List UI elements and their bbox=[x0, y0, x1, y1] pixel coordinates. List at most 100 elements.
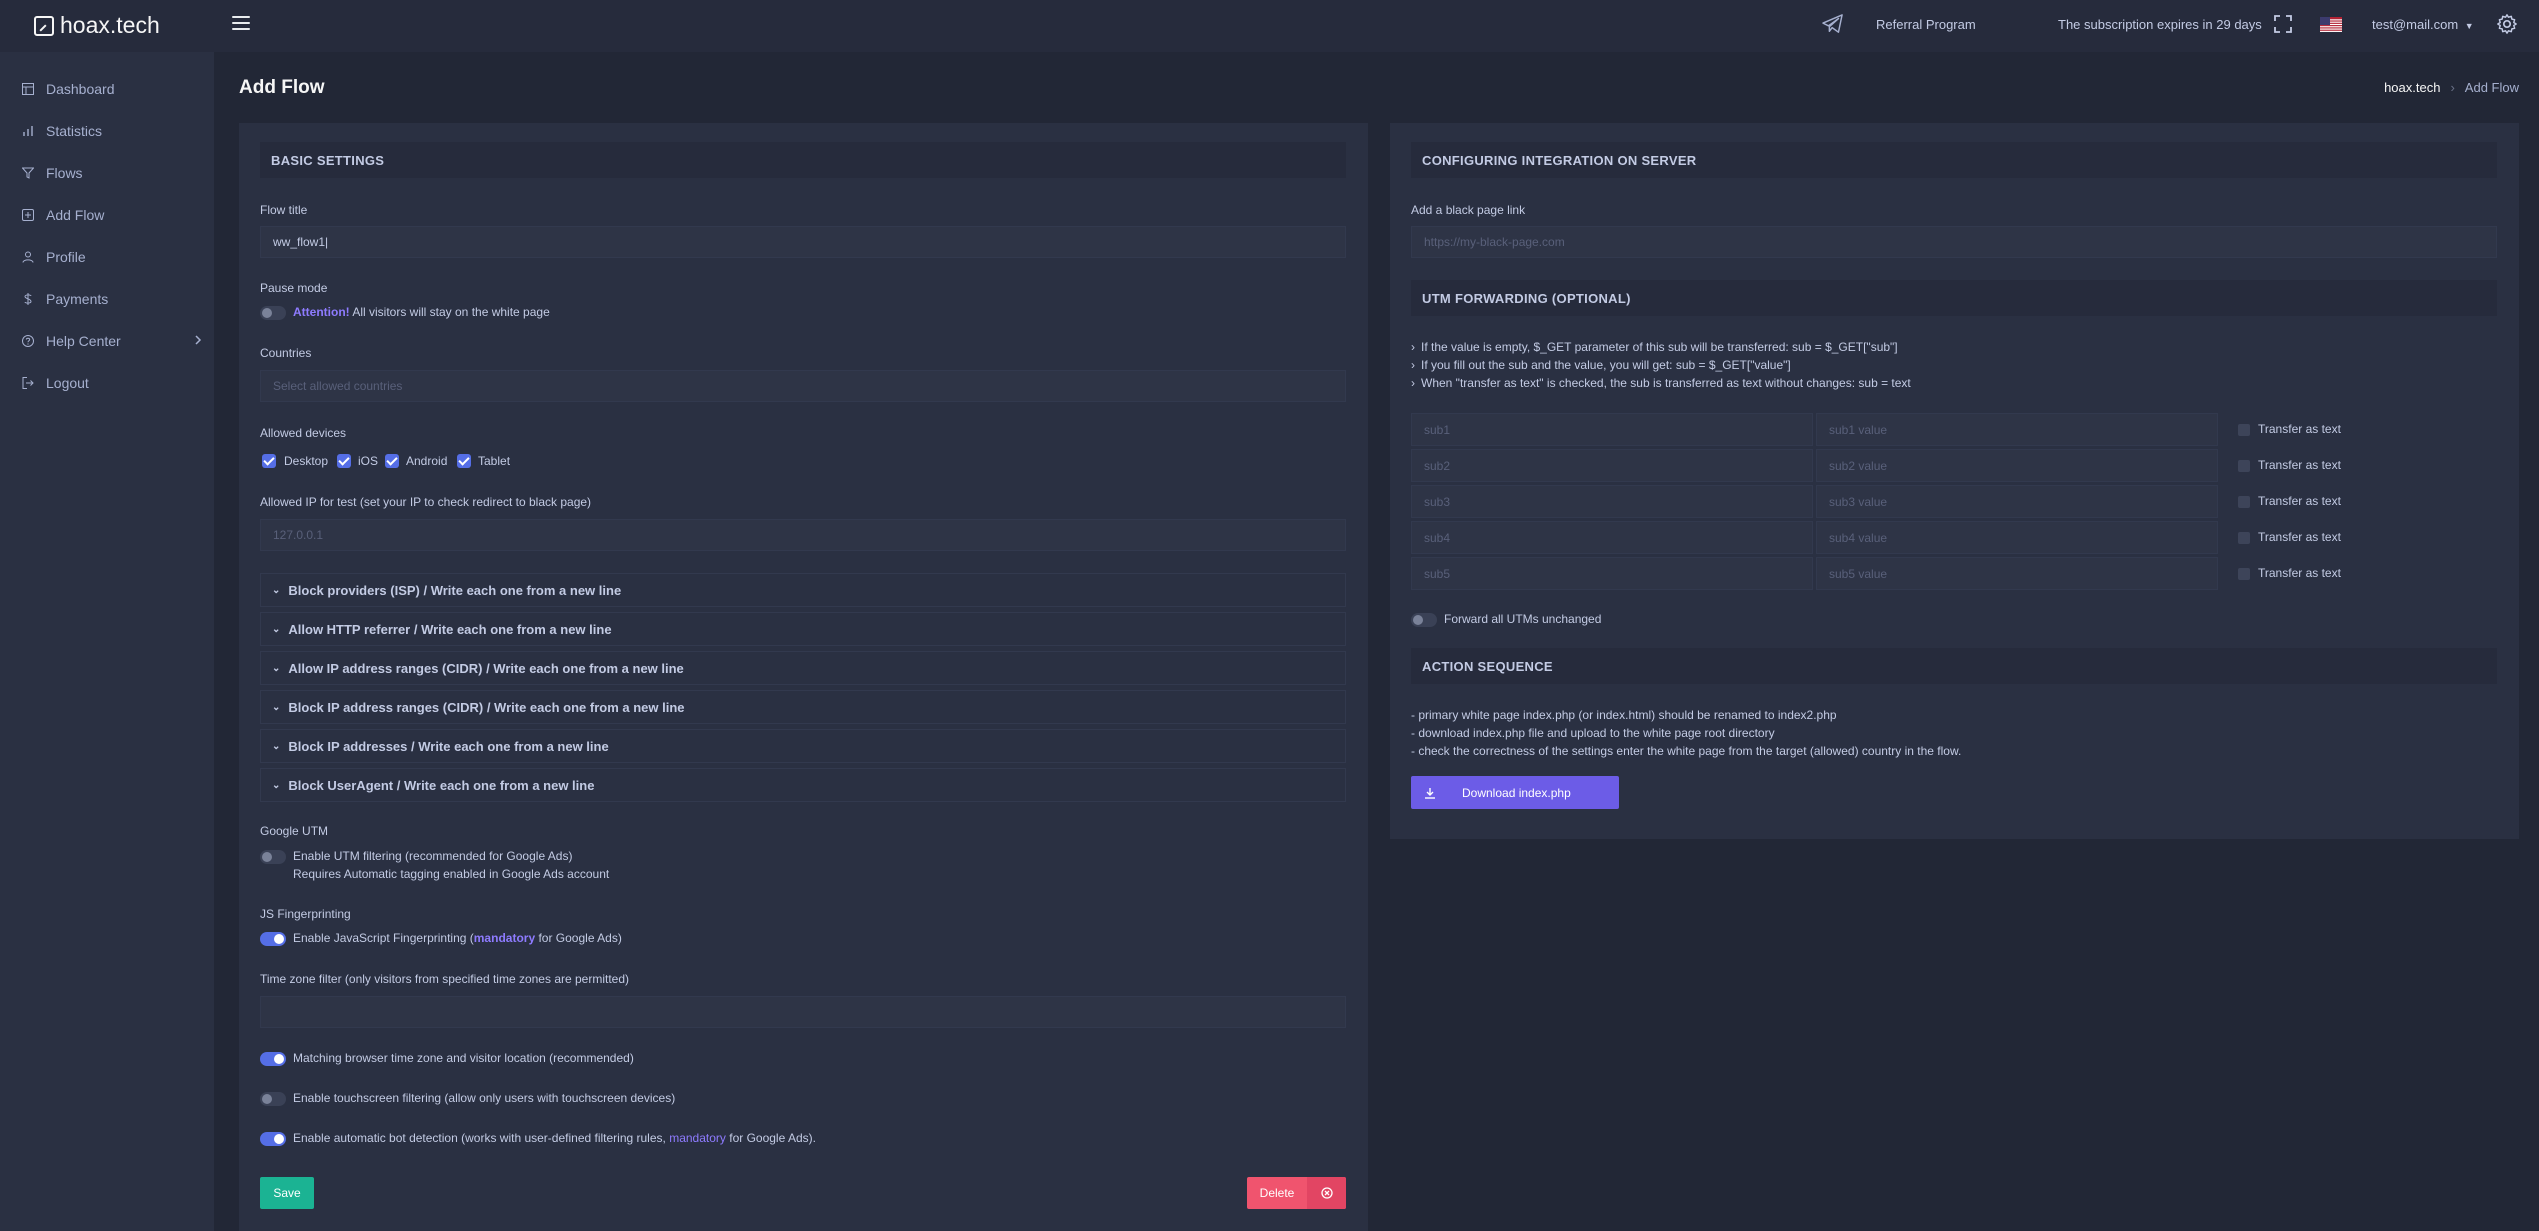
touchscreen-toggle[interactable] bbox=[260, 1092, 286, 1106]
sub4-input[interactable]: sub4 bbox=[1411, 521, 1813, 554]
pause-mode-toggle[interactable] bbox=[260, 306, 286, 320]
action-sequence-title: ACTION SEQUENCE bbox=[1411, 648, 2497, 684]
time-zone-input[interactable] bbox=[260, 996, 1346, 1028]
forward-all-utm-text: Forward all UTMs unchanged bbox=[1444, 612, 1602, 626]
countries-select[interactable]: Select allowed countries bbox=[260, 370, 1346, 402]
sidebar-item-logout[interactable]: Logout bbox=[22, 373, 202, 393]
sub2-transfer-checkbox[interactable] bbox=[2238, 460, 2250, 472]
utm-note-text: If the value is empty, $_GET parameter o… bbox=[1421, 340, 1898, 354]
sidebar-item-label: Statistics bbox=[46, 123, 103, 139]
sub5-transfer-checkbox[interactable] bbox=[2238, 568, 2250, 580]
sub4-transfer-checkbox[interactable] bbox=[2238, 532, 2250, 544]
accordion-block-providers[interactable]: ⌄ Block providers (ISP) / Write each one … bbox=[260, 573, 1346, 607]
device-desktop-checkbox[interactable] bbox=[262, 454, 276, 468]
sub2-value-input[interactable]: sub2 value bbox=[1816, 449, 2218, 482]
bot-text-a: Enable automatic bot detection (works wi… bbox=[293, 1131, 670, 1145]
save-button[interactable]: Save bbox=[260, 1177, 314, 1209]
referral-program-link[interactable]: Referral Program bbox=[1876, 17, 1976, 32]
js-fingerprinting-toggle[interactable] bbox=[260, 932, 286, 946]
sidebar-item-payments[interactable]: Payments bbox=[22, 289, 202, 309]
tz-matching-text: Matching browser time zone and visitor l… bbox=[293, 1051, 634, 1065]
user-icon bbox=[22, 251, 34, 263]
tz-matching-toggle[interactable] bbox=[260, 1052, 286, 1066]
download-label: Download index.php bbox=[1462, 785, 1571, 800]
action-step: - primary white page index.php (or index… bbox=[1411, 708, 1837, 722]
pause-attention: Attention! bbox=[293, 305, 350, 319]
dashboard-icon bbox=[22, 83, 34, 95]
sidebar-item-add-flow[interactable]: Add Flow bbox=[22, 205, 202, 225]
logo-text: hoax.tech bbox=[60, 12, 160, 38]
forward-all-utm-toggle[interactable] bbox=[1411, 613, 1437, 627]
user-menu[interactable]: test@mail.com ▼ bbox=[2372, 17, 2474, 32]
sidebar-item-profile[interactable]: Profile bbox=[22, 247, 202, 267]
sub3-value-input[interactable]: sub3 value bbox=[1816, 485, 2218, 518]
accordion-label: Allow IP address ranges (CIDR) / Write e… bbox=[288, 660, 684, 676]
sidebar-item-dashboard[interactable]: Dashboard bbox=[22, 79, 202, 99]
chevron-down-icon: ⌄ bbox=[272, 584, 281, 596]
sub3-transfer-checkbox[interactable] bbox=[2238, 496, 2250, 508]
page-title: Add Flow bbox=[239, 77, 325, 98]
chevron-right-icon: › bbox=[1411, 376, 1415, 390]
device-ios-checkbox[interactable] bbox=[337, 454, 351, 468]
sub1-transfer-checkbox[interactable] bbox=[2238, 424, 2250, 436]
sub2-input[interactable]: sub2 bbox=[1411, 449, 1813, 482]
sidebar-item-help-center[interactable]: Help Center bbox=[22, 331, 202, 351]
sub1-input[interactable]: sub1 bbox=[1411, 413, 1813, 446]
accordion-allow-cidr[interactable]: ⌄ Allow IP address ranges (CIDR) / Write … bbox=[260, 651, 1346, 685]
us-flag-icon[interactable] bbox=[2320, 17, 2342, 32]
logout-icon bbox=[22, 377, 34, 389]
accordion-label: Block UserAgent / Write each one from a … bbox=[288, 777, 595, 793]
utm-note-text: If you fill out the sub and the value, y… bbox=[1421, 358, 1791, 372]
fullscreen-icon[interactable] bbox=[2274, 15, 2292, 33]
transfer-as-text-label: Transfer as text bbox=[2258, 530, 2341, 544]
sidebar-item-flows[interactable]: Flows bbox=[22, 163, 202, 183]
flow-title-input[interactable]: ww_flow1| bbox=[260, 226, 1346, 258]
transfer-as-text-label: Transfer as text bbox=[2258, 566, 2341, 580]
device-android-checkbox[interactable] bbox=[385, 454, 399, 468]
allowed-ip-input[interactable]: 127.0.0.1 bbox=[260, 519, 1346, 551]
action-step: - check the correctness of the settings … bbox=[1411, 744, 1962, 758]
device-android-label: Android bbox=[406, 454, 448, 468]
download-icon bbox=[1424, 787, 1442, 799]
sub4-value-input[interactable]: sub4 value bbox=[1816, 521, 2218, 554]
accordion-block-ip[interactable]: ⌄ Block IP addresses / Write each one fro… bbox=[260, 729, 1346, 763]
gear-icon[interactable] bbox=[2496, 13, 2518, 35]
logo[interactable]: hoax.tech bbox=[34, 12, 160, 39]
time-zone-label: Time zone filter (only visitors from spe… bbox=[260, 972, 630, 986]
basic-settings-title: BASIC SETTINGS bbox=[260, 142, 1346, 178]
chevron-down-icon: ⌄ bbox=[272, 740, 281, 752]
breadcrumb-root[interactable]: hoax.tech bbox=[2384, 80, 2440, 95]
download-index-button[interactable]: Download index.php bbox=[1411, 776, 1619, 809]
google-utm-toggle[interactable] bbox=[260, 850, 286, 864]
action-step: - download index.php file and upload to … bbox=[1411, 726, 1775, 740]
accordion-label: Allow HTTP referrer / Write each one fro… bbox=[288, 621, 612, 637]
chevron-right-icon bbox=[195, 335, 202, 345]
accordion-allow-referrer[interactable]: ⌄ Allow HTTP referrer / Write each one fr… bbox=[260, 612, 1346, 646]
sidebar-item-label: Help Center bbox=[46, 333, 121, 349]
delete-label: Delete bbox=[1259, 1186, 1295, 1200]
telegram-icon[interactable] bbox=[1822, 14, 1844, 34]
sub3-input[interactable]: sub3 bbox=[1411, 485, 1813, 518]
sub5-input[interactable]: sub5 bbox=[1411, 557, 1813, 590]
sidebar-item-label: Logout bbox=[46, 375, 89, 391]
dollar-icon bbox=[24, 293, 32, 305]
bot-detection-toggle[interactable] bbox=[260, 1132, 286, 1146]
bot-detection-text: Enable automatic bot detection (works wi… bbox=[293, 1131, 816, 1145]
delete-button[interactable]: Delete bbox=[1247, 1177, 1346, 1209]
chevron-right-icon: › bbox=[1411, 340, 1415, 354]
chevron-down-icon: ⌄ bbox=[272, 701, 281, 713]
black-page-input[interactable]: https://my-black-page.com bbox=[1411, 226, 2497, 258]
bot-mandatory: mandatory bbox=[669, 1131, 726, 1145]
chevron-down-icon: ⌄ bbox=[272, 623, 281, 635]
sidebar-item-label: Add Flow bbox=[46, 207, 105, 223]
help-circle-icon bbox=[22, 335, 34, 347]
device-tablet-checkbox[interactable] bbox=[457, 454, 471, 468]
sidebar-item-statistics[interactable]: Statistics bbox=[22, 121, 202, 141]
accordion-block-useragent[interactable]: ⌄ Block UserAgent / Write each one from a… bbox=[260, 768, 1346, 802]
accordion-block-cidr[interactable]: ⌄ Block IP address ranges (CIDR) / Write … bbox=[260, 690, 1346, 724]
menu-toggle-icon[interactable] bbox=[232, 16, 250, 30]
sub1-value-input[interactable]: sub1 value bbox=[1816, 413, 2218, 446]
sub5-value-input[interactable]: sub5 value bbox=[1816, 557, 2218, 590]
allowed-ip-label: Allowed IP for test (set your IP to chec… bbox=[260, 495, 592, 509]
pause-description: All visitors will stay on the white page bbox=[349, 305, 550, 319]
